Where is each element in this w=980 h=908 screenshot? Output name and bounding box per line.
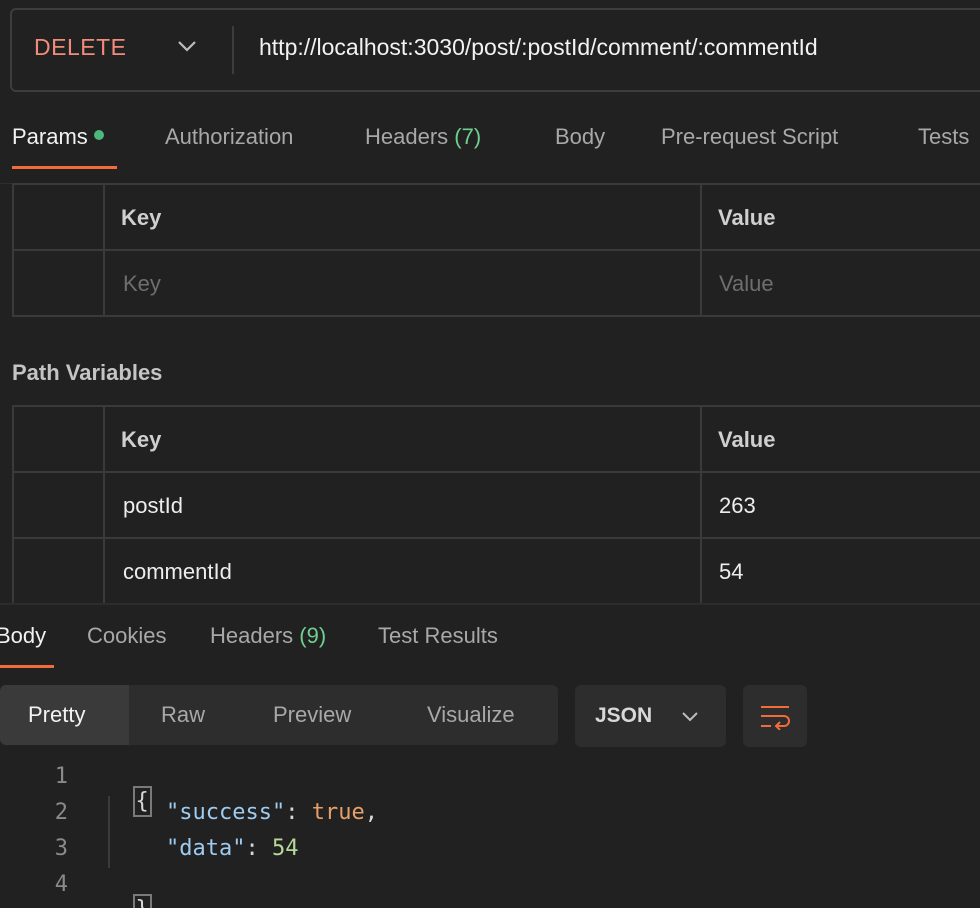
json-value: 54 xyxy=(271,836,299,861)
response-pane xyxy=(0,605,980,908)
tab-tests[interactable]: Tests xyxy=(918,124,969,150)
pane-divider[interactable] xyxy=(0,603,980,605)
tab-params[interactable]: Params xyxy=(12,124,104,150)
tab-body[interactable]: Body xyxy=(555,124,605,150)
close-brace: } xyxy=(132,894,152,908)
view-raw-button[interactable]: Raw xyxy=(161,702,205,728)
active-tab-indicator xyxy=(12,166,117,169)
tab-response-headers[interactable]: Headers (9) xyxy=(210,623,326,649)
tab-prerequest-script[interactable]: Pre-request Script xyxy=(661,124,838,150)
open-brace: { xyxy=(132,786,152,817)
key-input[interactable]: Key xyxy=(105,251,702,317)
chevron-down-icon xyxy=(682,712,698,722)
path-variables-table: Key Value postId 263 commentId 54 xyxy=(12,405,980,610)
path-variable-value: 263 xyxy=(719,493,756,518)
path-variable-key: postId xyxy=(123,493,183,518)
table-cell xyxy=(14,407,105,473)
table-row[interactable]: commentId xyxy=(105,539,702,605)
wrap-lines-icon xyxy=(761,706,790,730)
chevron-down-icon[interactable] xyxy=(176,38,198,54)
table-cell xyxy=(14,185,105,251)
value-header-cell: Value xyxy=(702,407,980,473)
json-key: "data" xyxy=(166,836,246,861)
path-variable-value-input[interactable]: 263 xyxy=(702,473,980,539)
value-header: Value xyxy=(718,427,776,452)
json-key: "success" xyxy=(166,800,286,825)
table-cell xyxy=(14,539,105,605)
tab-cookies[interactable]: Cookies xyxy=(87,623,166,649)
headers-count: (7) xyxy=(454,124,482,149)
tab-test-results[interactable]: Test Results xyxy=(378,623,498,649)
method-select[interactable]: DELETE xyxy=(34,34,126,61)
url-divider xyxy=(232,26,234,74)
code-line: { xyxy=(109,764,152,817)
key-placeholder: Key xyxy=(123,271,161,296)
active-tab-indicator xyxy=(0,665,54,668)
value-placeholder: Value xyxy=(719,271,774,296)
tab-response-body[interactable]: Body xyxy=(0,623,46,649)
path-variables-title: Path Variables xyxy=(12,360,163,385)
code-line: "data": 54 xyxy=(166,836,299,861)
path-variable-value-input[interactable]: 54 xyxy=(702,539,980,605)
line-number: 4 xyxy=(54,872,68,897)
key-header-cell: Key xyxy=(105,185,702,251)
value-input[interactable]: Value xyxy=(702,251,980,317)
tab-headers-label: Headers xyxy=(365,124,449,149)
view-preview-button[interactable]: Preview xyxy=(273,702,351,728)
table-row[interactable]: postId xyxy=(105,473,702,539)
table-cell xyxy=(14,251,105,317)
path-variable-value: 54 xyxy=(719,559,744,584)
line-number: 2 xyxy=(54,800,68,825)
value-header-cell: Value xyxy=(702,185,980,251)
tab-params-label: Params xyxy=(12,124,88,149)
view-pretty-button[interactable]: Pretty xyxy=(28,702,85,728)
tab-authorization[interactable]: Authorization xyxy=(165,124,293,150)
format-select-label: JSON xyxy=(595,704,653,727)
line-number: 3 xyxy=(54,836,68,861)
key-header-cell: Key xyxy=(105,407,702,473)
query-params-table: Key Value Key Value xyxy=(12,183,980,317)
status-dot-icon xyxy=(93,130,104,140)
json-value: true xyxy=(311,800,365,825)
response-headers-count: (9) xyxy=(299,623,327,648)
view-visualize-button[interactable]: Visualize xyxy=(427,702,515,728)
path-variable-key: commentId xyxy=(123,559,232,584)
line-number: 1 xyxy=(54,764,68,789)
code-line: "success": true, xyxy=(166,800,378,825)
tab-headers[interactable]: Headers (7) xyxy=(365,124,481,150)
key-header: Key xyxy=(121,205,162,230)
key-header: Key xyxy=(121,427,162,452)
code-line: } xyxy=(109,872,152,908)
table-cell xyxy=(14,473,105,539)
tab-response-headers-label: Headers xyxy=(210,623,294,648)
url-input[interactable]: http://localhost:3030/post/:postId/comme… xyxy=(259,34,818,61)
value-header: Value xyxy=(718,205,776,230)
